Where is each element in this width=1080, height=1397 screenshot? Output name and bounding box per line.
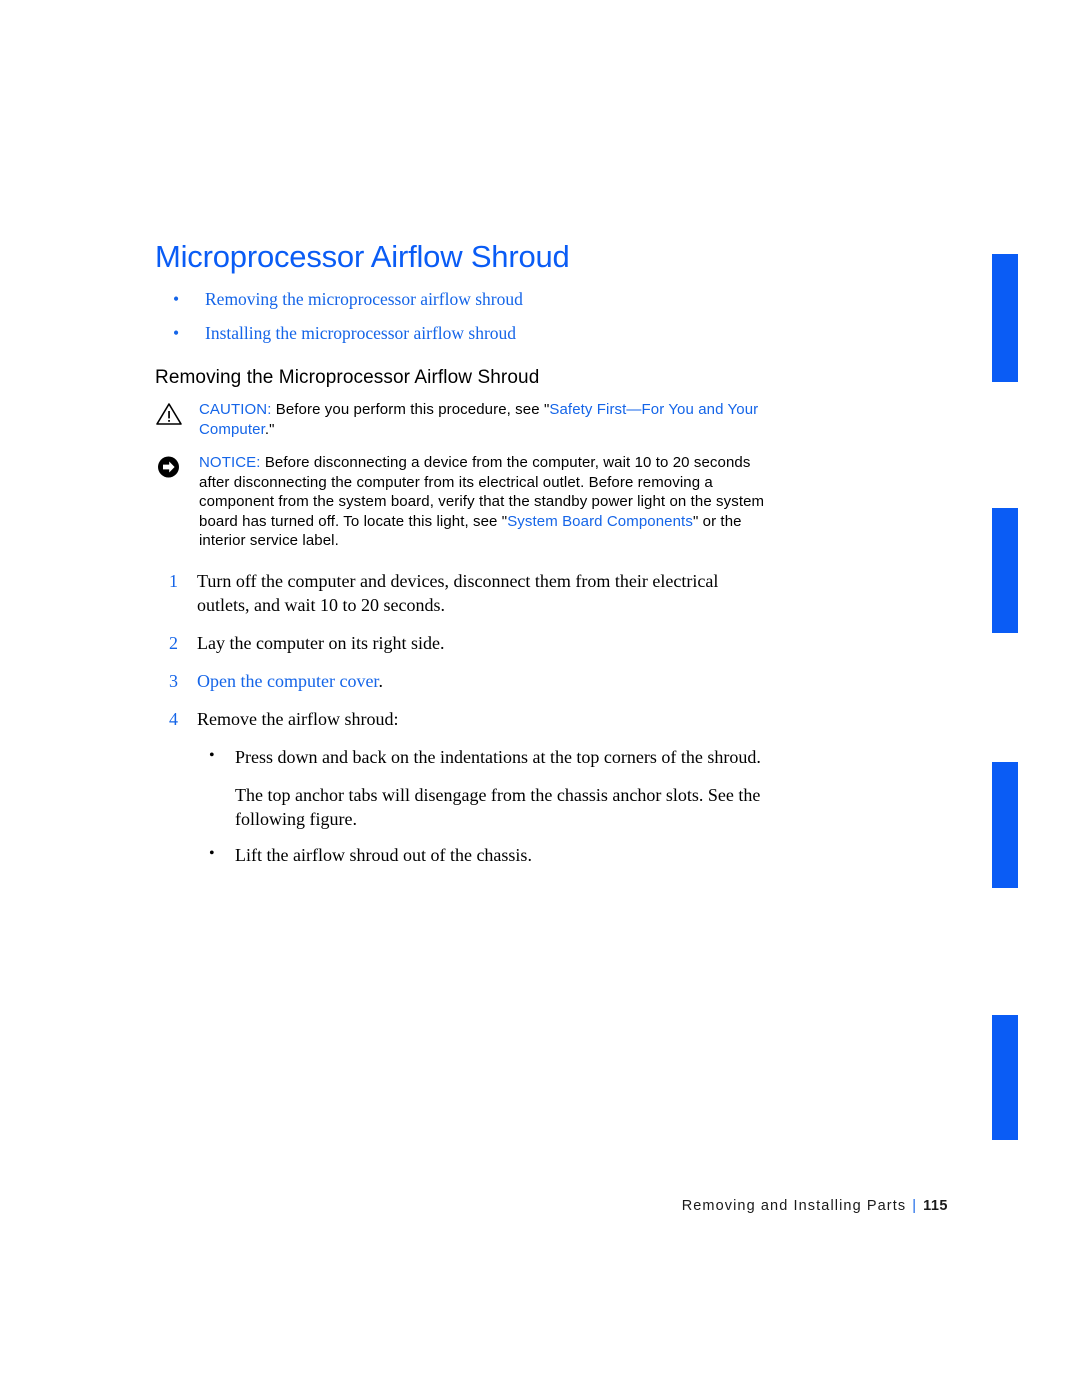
step-number: 1 [169,570,178,591]
bullet-icon: • [209,844,215,862]
caution-text-after: ." [264,420,275,438]
notice-label: NOTICE: [199,454,261,471]
step-text-after: . [378,670,383,691]
notice-link[interactable]: System Board Components [507,513,693,530]
footer-section-name: Removing and Installing Parts [681,1198,907,1214]
page-tab-bar-2 [992,508,1018,633]
page-tab-bar-3 [992,762,1018,888]
page-content: Microprocessor Airflow Shroud • Removing… [155,238,765,881]
substep-text: Press down and back on the indentations … [235,746,761,767]
substep-lift-shroud: • Lift the airflow shroud out of the cha… [197,843,765,867]
substep-text: Lift the airflow shroud out of the chass… [235,844,532,865]
caution-block: CAUTION: Before you perform this procedu… [155,400,765,439]
document-page: Microprocessor Airflow Shroud • Removing… [0,0,1080,1397]
page-footer: Removing and Installing Parts | 115 [0,1198,948,1214]
step-number: 2 [169,632,178,653]
toc-link-label: Removing the microprocessor airflow shro… [205,289,523,309]
bullet-icon: • [173,289,180,309]
bullet-icon: • [209,746,215,764]
warning-triangle-icon [155,401,185,427]
substep-note: The top anchor tabs will disengage from … [235,784,761,829]
caution-label: CAUTION: [199,401,272,418]
footer-page-number: 115 [923,1198,948,1214]
notice-block: NOTICE: Before disconnecting a device fr… [155,453,765,551]
substep-press-down: • Press down and back on the indentation… [197,745,765,769]
step-4: 4 Remove the airflow shroud: • Press dow… [155,707,765,867]
step-text: Lay the computer on its right side. [197,632,445,653]
substep-list: • Press down and back on the indentation… [197,745,765,867]
page-title: Microprocessor Airflow Shroud [155,239,570,274]
section-heading: Removing the Microprocessor Airflow Shro… [155,367,540,388]
toc-link-removing[interactable]: • Removing the microprocessor airflow sh… [155,288,765,310]
bullet-icon: • [173,323,180,343]
step-1: 1 Turn off the computer and devices, dis… [155,569,765,617]
step-3: 3 Open the computer cover. [155,669,765,693]
caution-text-before: Before you perform this procedure, see " [271,401,550,418]
step-number: 3 [169,670,178,691]
toc-link-label: Installing the microprocessor airflow sh… [205,323,517,343]
toc-link-installing[interactable]: • Installing the microprocessor airflow … [155,322,765,344]
step-number: 4 [169,708,178,729]
procedure-step-list: 1 Turn off the computer and devices, dis… [155,569,765,867]
topic-link-list: • Removing the microprocessor airflow sh… [155,288,765,344]
step-link-open-cover[interactable]: Open the computer cover [197,671,378,691]
step-text: Remove the airflow shroud: [197,708,399,729]
page-tab-bar-1 [992,254,1018,382]
footer-separator: | [912,1198,918,1214]
step-text: Turn off the computer and devices, disco… [197,570,719,615]
notice-arrow-icon [155,454,185,480]
step-2: 2 Lay the computer on its right side. [155,631,765,655]
page-tab-bar-4 [992,1015,1018,1140]
